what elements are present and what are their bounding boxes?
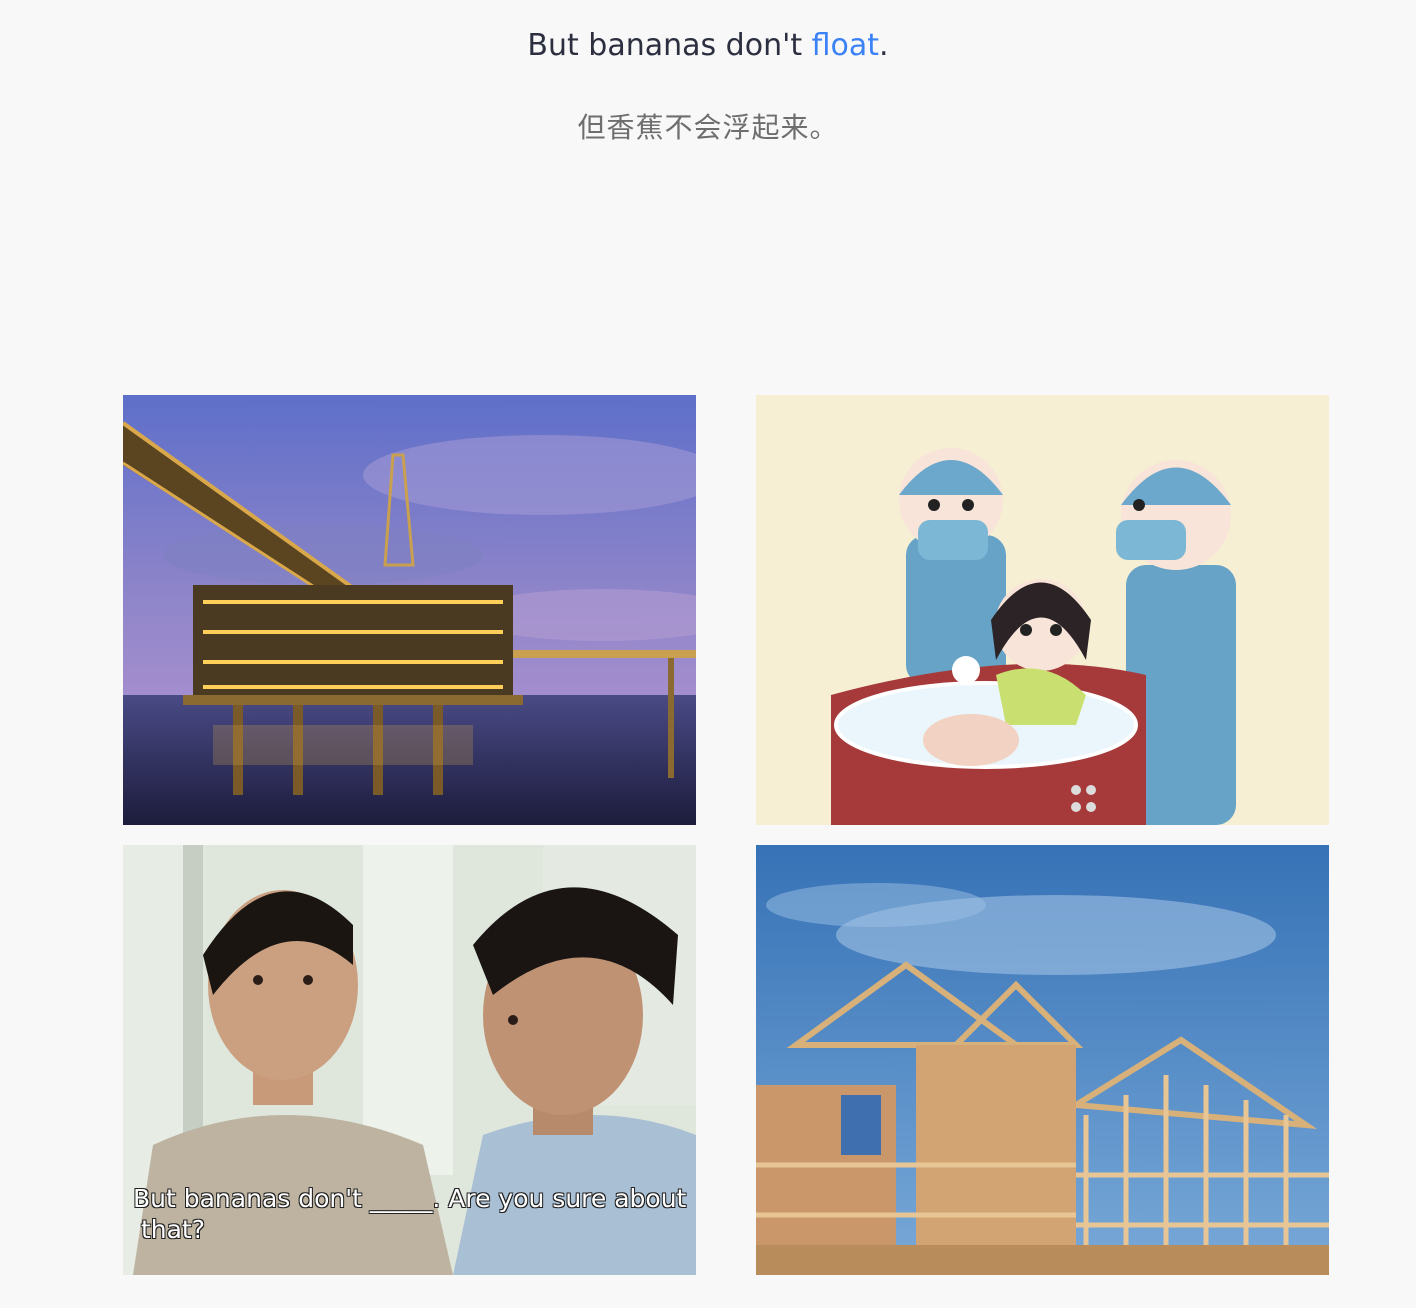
image-option-cartoon-doctors[interactable]	[756, 395, 1329, 825]
sentence-before: But bananas don't	[527, 28, 812, 63]
cartoon-doctors-image	[756, 395, 1329, 825]
english-sentence: But bananas don't float.	[0, 24, 1416, 68]
movie-subtitle: But bananas don't _____. Are you sure ab…	[133, 1184, 687, 1244]
image-option-house-frame[interactable]	[756, 845, 1329, 1275]
sentence-after: .	[879, 28, 889, 63]
image-option-movie-still[interactable]: But bananas don't _____. Are you sure ab…	[123, 845, 696, 1275]
image-option-oil-rig[interactable]	[123, 395, 696, 825]
chinese-translation: 但香蕉不会浮起来。	[577, 111, 839, 144]
house-frame-image	[756, 845, 1329, 1275]
keyword-float[interactable]: float	[812, 28, 879, 63]
oil-rig-image	[123, 395, 696, 825]
